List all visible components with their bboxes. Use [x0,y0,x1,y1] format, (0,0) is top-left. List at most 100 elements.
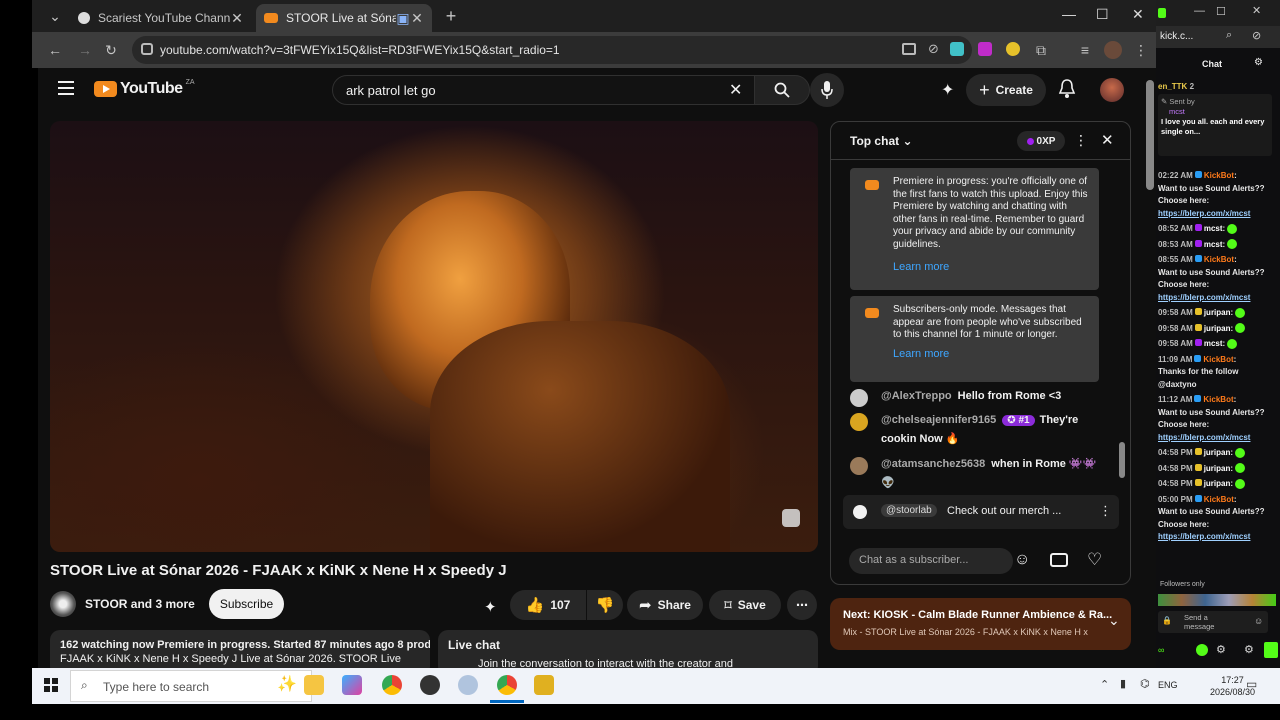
pinned-menu-icon[interactable]: ⋮ [1099,503,1112,519]
site-info-icon[interactable] [141,43,153,55]
learn-more-link[interactable]: Learn more [893,348,1089,361]
extension-3-icon[interactable] [1006,42,1020,56]
address-bar[interactable]: youtube.com/watch?v=3tFWEYix15Q&list=RD3… [132,36,991,64]
kick-username[interactable]: mcst [1204,240,1223,249]
close-window-icon[interactable]: ✕ [1132,6,1144,23]
network-icon[interactable]: ⌬ [1140,677,1150,690]
maximize-icon[interactable]: ☐ [1216,5,1226,18]
taskbar-search-box[interactable]: ⌕ Type here to search ✨ [70,670,312,702]
kick-username[interactable]: juripan [1204,448,1231,457]
kick-url[interactable]: kick.c... [1160,31,1193,42]
copilot-icon[interactable] [342,675,362,695]
kick-icon-2[interactable] [1196,644,1208,656]
message-author[interactable]: @chelseajennifer9165 [881,414,996,426]
like-button[interactable]: 👍 107 [510,590,586,620]
picture-in-picture-icon[interactable]: ▣ [396,10,410,27]
extension-2-icon[interactable] [978,42,992,56]
kick-username[interactable]: juripan [1204,464,1231,473]
settings-gear-icon-2[interactable]: ⚙ [1244,643,1254,656]
clip-icon[interactable]: ✦ [484,598,497,616]
reload-icon[interactable]: ↻ [102,41,120,59]
language-indicator[interactable]: ENG [1158,680,1178,690]
chrome-active-icon[interactable] [497,675,517,695]
kick-pinned-popup[interactable]: ✎ Sent by mcst I love you all. each and … [1158,94,1272,156]
search-input[interactable]: ark patrol let go ✕ [332,75,774,105]
kick-username[interactable]: KickBot [1204,171,1234,180]
kick-message-link[interactable]: https://blerp.com/x/mcst [1158,293,1250,302]
kick-message-link[interactable]: https://blerp.com/x/mcst [1158,209,1250,218]
chat-menu-icon[interactable]: ⋮ [1074,132,1088,149]
close-tab-icon[interactable]: ✕ [230,10,244,27]
other-app-icon[interactable] [534,675,554,695]
super-chat-icon[interactable] [1050,553,1068,567]
battery-icon[interactable]: ▮ [1120,677,1126,690]
kick-username[interactable]: mcst [1204,339,1223,348]
notifications-bell-icon[interactable] [1058,79,1076,99]
user-avatar[interactable] [850,413,868,431]
create-button[interactable]: + Create [966,74,1046,106]
minimize-icon[interactable]: — [1194,5,1205,17]
channel-name[interactable]: STOOR and 3 more [85,597,195,611]
popup-user[interactable]: mcst [1161,107,1269,117]
channel-watermark-icon[interactable] [782,509,800,527]
search-button[interactable] [754,75,810,105]
pinned-merch-banner[interactable]: @stoorlab Check out our merch ... ⋮ [843,495,1119,529]
kick-header-user[interactable]: en_TTK [1158,82,1187,91]
file-explorer-icon[interactable] [304,675,324,695]
user-avatar[interactable] [850,389,868,407]
chat-input[interactable]: Chat as a subscriber... [849,548,1013,574]
media-controls-icon[interactable]: ≡ [1076,41,1094,59]
extensions-puzzle-icon[interactable]: ⧉ [1032,41,1050,59]
emote-row[interactable] [1158,594,1276,606]
maximize-icon[interactable]: ☐ [1096,6,1109,23]
heart-icon[interactable]: ♡ [1087,550,1102,570]
save-button[interactable]: ⌑ Save [709,590,781,620]
voice-search-button[interactable] [810,73,844,107]
chat-scrollbar[interactable] [1119,442,1125,478]
tray-chevron-icon[interactable]: ⌃ [1100,678,1109,691]
profile-avatar[interactable] [1104,41,1122,59]
page-scrollbar[interactable] [1146,80,1154,190]
subscribe-button[interactable]: Subscribe [209,589,284,619]
close-chat-icon[interactable]: ✕ [1101,131,1114,149]
eye-off-icon[interactable]: ⊘ [1252,29,1261,42]
up-next-banner[interactable]: Next: KIOSK - Calm Blade Runner Ambience… [830,598,1131,650]
minimize-icon[interactable]: — [1062,6,1076,22]
xp-badge[interactable]: 0XP [1017,131,1065,151]
start-windows-icon[interactable] [44,678,58,692]
video-player[interactable] [50,121,818,552]
pinned-channel-tag[interactable]: @stoorlab [881,504,937,517]
kick-username[interactable]: KickBot [1204,495,1234,504]
new-tab-icon[interactable]: + [442,7,460,25]
kick-username[interactable]: KickBot [1203,395,1233,404]
account-avatar[interactable] [1100,78,1124,102]
chat-mode-dropdown[interactable]: Top chat ⌄ [850,134,913,148]
description-box[interactable]: 162 watching now Premiere in progress. S… [50,630,430,668]
kick-username[interactable]: juripan [1204,324,1231,333]
zoom-icon[interactable]: ⌕ [1226,29,1232,42]
kick-send-input[interactable]: 🔒 Send a message ☺ [1158,611,1268,633]
eye-off-icon[interactable]: ⊘ [928,41,939,57]
kick-icon-1[interactable]: ∞ [1158,645,1164,655]
tab-scariest-channels[interactable]: Scariest YouTube Channels: TV ✕ [70,4,252,32]
extension-1-icon[interactable] [950,42,964,56]
user-avatar[interactable] [850,457,868,475]
dislike-button[interactable]: 👎 [587,590,623,620]
hamburger-menu-icon[interactable] [58,81,74,95]
message-author[interactable]: @atamsanchez5638 [881,458,985,470]
emoji-icon[interactable]: ☺ [1254,616,1263,626]
kick-chat-settings-icon[interactable]: ⚙ [1254,57,1263,68]
app-circle-icon[interactable] [420,675,440,695]
message-author[interactable]: @AlexTreppo [881,390,952,402]
tab-search-icon[interactable]: ⌄ [46,7,64,25]
channel-avatar[interactable] [50,591,76,617]
kick-username[interactable]: KickBot [1203,355,1233,364]
install-app-icon[interactable] [902,43,916,55]
chrome-icon[interactable] [382,675,402,695]
kick-username[interactable]: KickBot [1204,255,1234,264]
back-icon[interactable]: ← [46,41,64,59]
learn-more-link[interactable]: Learn more [893,261,1089,274]
close-window-icon[interactable]: ✕ [1252,4,1261,17]
settings-gear-icon[interactable]: ⚙ [1216,643,1226,656]
close-tab-icon[interactable]: ✕ [410,10,424,27]
